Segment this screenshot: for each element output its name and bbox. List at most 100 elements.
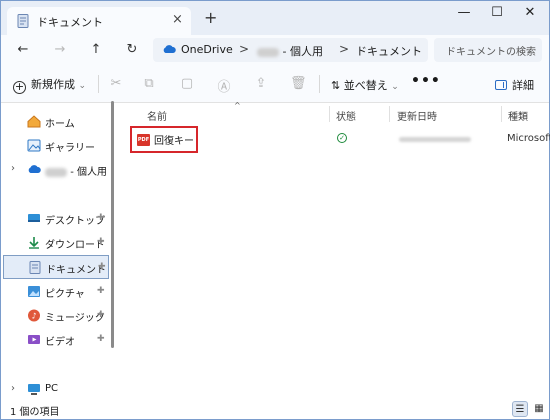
video-icon bbox=[28, 335, 40, 344]
navigation-pane: ホーム ギャラリー › - 個人用 デスクトップ ✚ ダウンロード ✚ ドキュメ… bbox=[1, 104, 113, 400]
sidebar-item-home[interactable]: ホーム bbox=[3, 110, 109, 134]
pin-icon[interactable]: ✚ bbox=[97, 334, 105, 344]
details-label: 詳細 bbox=[512, 79, 534, 92]
breadcrumb-separator[interactable]: > bbox=[339, 42, 349, 56]
svg-text:♪: ♪ bbox=[31, 312, 36, 321]
pin-icon[interactable]: ✚ bbox=[97, 237, 105, 247]
sidebar-item-desktop[interactable]: デスクトップ ✚ bbox=[3, 207, 109, 231]
column-header-type[interactable]: 種類 bbox=[508, 108, 528, 123]
chevron-down-icon: ⌄ bbox=[391, 82, 399, 92]
details-view-button[interactable]: ☰ bbox=[512, 401, 528, 417]
more-options-button[interactable]: ••• bbox=[411, 73, 441, 89]
pin-icon[interactable]: ✚ bbox=[98, 262, 106, 272]
gallery-icon bbox=[27, 139, 41, 152]
sort-label: 並べ替え bbox=[343, 79, 388, 92]
rename-icon[interactable]: Ⓐ bbox=[216, 76, 232, 95]
close-window-button[interactable]: ✕ bbox=[520, 5, 540, 20]
pin-icon[interactable]: ✚ bbox=[97, 213, 105, 223]
file-name[interactable]: 回復キー bbox=[154, 132, 194, 147]
breadcrumb-documents[interactable]: ドキュメント bbox=[356, 43, 422, 59]
tab-documents[interactable]: ドキュメント × bbox=[7, 7, 191, 35]
pdf-file-icon: PDF bbox=[137, 134, 150, 146]
file-type: Microsoft E bbox=[507, 133, 550, 144]
chevron-right-icon[interactable]: › bbox=[11, 163, 15, 174]
column-divider[interactable] bbox=[329, 106, 330, 122]
sidebar-item-label: ミュージック bbox=[45, 313, 105, 324]
sidebar-item-downloads[interactable]: ダウンロード ✚ bbox=[3, 231, 109, 255]
chevron-right-icon[interactable]: › bbox=[11, 383, 15, 394]
sidebar-item-label: ダウンロード bbox=[45, 240, 105, 251]
sidebar-item-label: ビデオ bbox=[45, 337, 75, 348]
breadcrumb-personal-label: - 個人用 bbox=[282, 45, 323, 58]
search-input[interactable]: ドキュメントの検索 bbox=[446, 43, 536, 58]
column-header-modified[interactable]: 更新日時 bbox=[397, 108, 437, 123]
column-header-status[interactable]: 状態 bbox=[336, 108, 356, 123]
navigation-bar: ← → ↑ ↻ OneDrive > - 個人用 > ドキュメント ドキュメント… bbox=[1, 35, 549, 65]
sidebar-item-label-text: - 個人用 bbox=[70, 167, 107, 178]
file-explorer-window: ドキュメント × + — ☐ ✕ ← → ↑ ↻ OneDrive > - 個人… bbox=[0, 0, 550, 420]
sidebar-item-label: - 個人用 bbox=[45, 163, 107, 178]
table-row[interactable]: PDF 回復キー ✓ Microsoft E bbox=[121, 124, 550, 153]
cut-icon[interactable]: ✂ bbox=[108, 76, 124, 91]
desktop-icon bbox=[28, 214, 40, 222]
sidebar-item-label: ドキュメント bbox=[46, 265, 106, 276]
maximize-button[interactable]: ☐ bbox=[487, 5, 507, 20]
sidebar-item-label: ピクチャ bbox=[45, 289, 85, 300]
chevron-down-icon: ⌄ bbox=[78, 81, 87, 91]
breadcrumb-personal[interactable]: - 個人用 bbox=[257, 43, 323, 59]
sidebar-item-onedrive[interactable]: › - 個人用 bbox=[3, 158, 109, 182]
close-tab-icon[interactable]: × bbox=[172, 12, 183, 27]
refresh-icon[interactable]: ↻ bbox=[124, 42, 140, 57]
new-label: 新規作成 bbox=[31, 78, 75, 91]
sidebar-item-gallery[interactable]: ギャラリー bbox=[3, 134, 109, 158]
pictures-icon bbox=[28, 286, 40, 297]
sidebar-item-label: PC bbox=[45, 383, 59, 394]
sidebar-item-music[interactable]: ♪ ミュージック ✚ bbox=[3, 304, 109, 328]
music-icon: ♪ bbox=[28, 309, 40, 322]
details-pane-icon bbox=[495, 80, 507, 90]
column-divider[interactable] bbox=[389, 106, 390, 122]
breadcrumb-onedrive[interactable]: OneDrive bbox=[181, 43, 233, 56]
column-header-name[interactable]: 名前 bbox=[147, 108, 167, 123]
share-icon[interactable]: ⇪ bbox=[253, 76, 269, 91]
pin-icon[interactable]: ✚ bbox=[97, 310, 105, 320]
search-box[interactable]: ドキュメントの検索 bbox=[434, 38, 542, 62]
new-tab-button[interactable]: + bbox=[204, 8, 217, 27]
toolbar-divider bbox=[98, 75, 99, 93]
status-bar: 1 個の項目 ☰ ▦ bbox=[1, 400, 549, 419]
delete-icon[interactable]: 🗑 bbox=[290, 76, 307, 91]
synced-check-icon: ✓ bbox=[337, 133, 347, 143]
pin-icon[interactable]: ✚ bbox=[97, 286, 105, 296]
minimize-button[interactable]: — bbox=[454, 5, 474, 20]
title-bar: ドキュメント × + — ☐ ✕ bbox=[1, 1, 549, 35]
sidebar-item-pictures[interactable]: ピクチャ ✚ bbox=[3, 280, 109, 304]
back-icon[interactable]: ← bbox=[15, 42, 31, 57]
navigation-pane-scrollbar[interactable] bbox=[111, 101, 114, 348]
toolbar-divider bbox=[319, 75, 320, 93]
download-icon bbox=[29, 237, 39, 249]
breadcrumb-separator[interactable]: > bbox=[239, 42, 249, 56]
forward-icon[interactable]: → bbox=[52, 42, 68, 57]
redacted-date bbox=[399, 137, 471, 142]
command-bar: + 新規作成 ⌄ ✂ ⧉ ▢ Ⓐ ⇪ 🗑 ⇅ 並べ替え ⌄ ••• 詳細 bbox=[1, 65, 549, 103]
new-button[interactable]: + 新規作成 ⌄ bbox=[13, 76, 86, 94]
sidebar-item-documents[interactable]: ドキュメント ✚ bbox=[3, 255, 109, 279]
sidebar-item-videos[interactable]: ビデオ ✚ bbox=[3, 328, 109, 352]
details-pane-button[interactable]: 詳細 bbox=[495, 77, 534, 93]
address-bar[interactable]: OneDrive > - 個人用 > ドキュメント bbox=[153, 38, 428, 62]
plus-icon: + bbox=[13, 80, 26, 94]
sort-button[interactable]: ⇅ 並べ替え ⌄ bbox=[331, 77, 399, 93]
onedrive-icon bbox=[28, 165, 41, 173]
pc-icon bbox=[28, 384, 40, 395]
paste-icon[interactable]: ▢ bbox=[179, 76, 195, 91]
sidebar-item-label: ホーム bbox=[45, 119, 75, 130]
up-icon[interactable]: ↑ bbox=[88, 42, 104, 57]
onedrive-cloud-icon bbox=[163, 45, 176, 53]
tiles-view-button[interactable]: ▦ bbox=[531, 401, 547, 417]
sidebar-item-pc[interactable]: › PC bbox=[3, 378, 109, 402]
sidebar-item-label: デスクトップ bbox=[45, 216, 105, 227]
document-icon bbox=[29, 261, 41, 274]
column-divider[interactable] bbox=[501, 106, 502, 122]
document-folder-icon bbox=[17, 14, 29, 28]
copy-icon[interactable]: ⧉ bbox=[141, 76, 157, 91]
